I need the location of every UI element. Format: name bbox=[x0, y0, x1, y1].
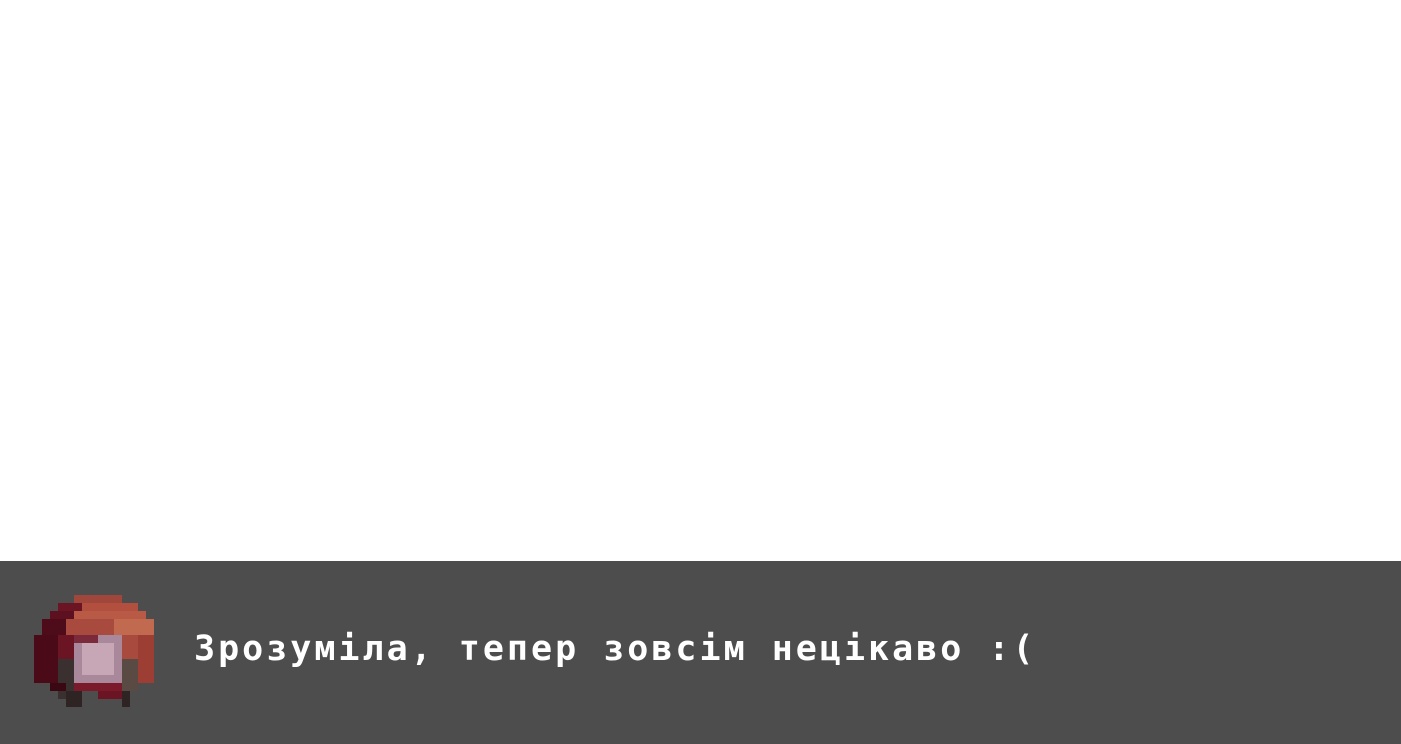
dialog-box[interactable]: Зрозуміла, тепер зовсім нецікаво :( bbox=[0, 561, 1401, 744]
dialog-text: Зрозуміла, тепер зовсім нецікаво :( bbox=[194, 629, 1037, 669]
game-scene bbox=[0, 0, 1401, 561]
speaker-portrait bbox=[34, 595, 162, 707]
red-hood-portrait-icon bbox=[34, 595, 154, 707]
